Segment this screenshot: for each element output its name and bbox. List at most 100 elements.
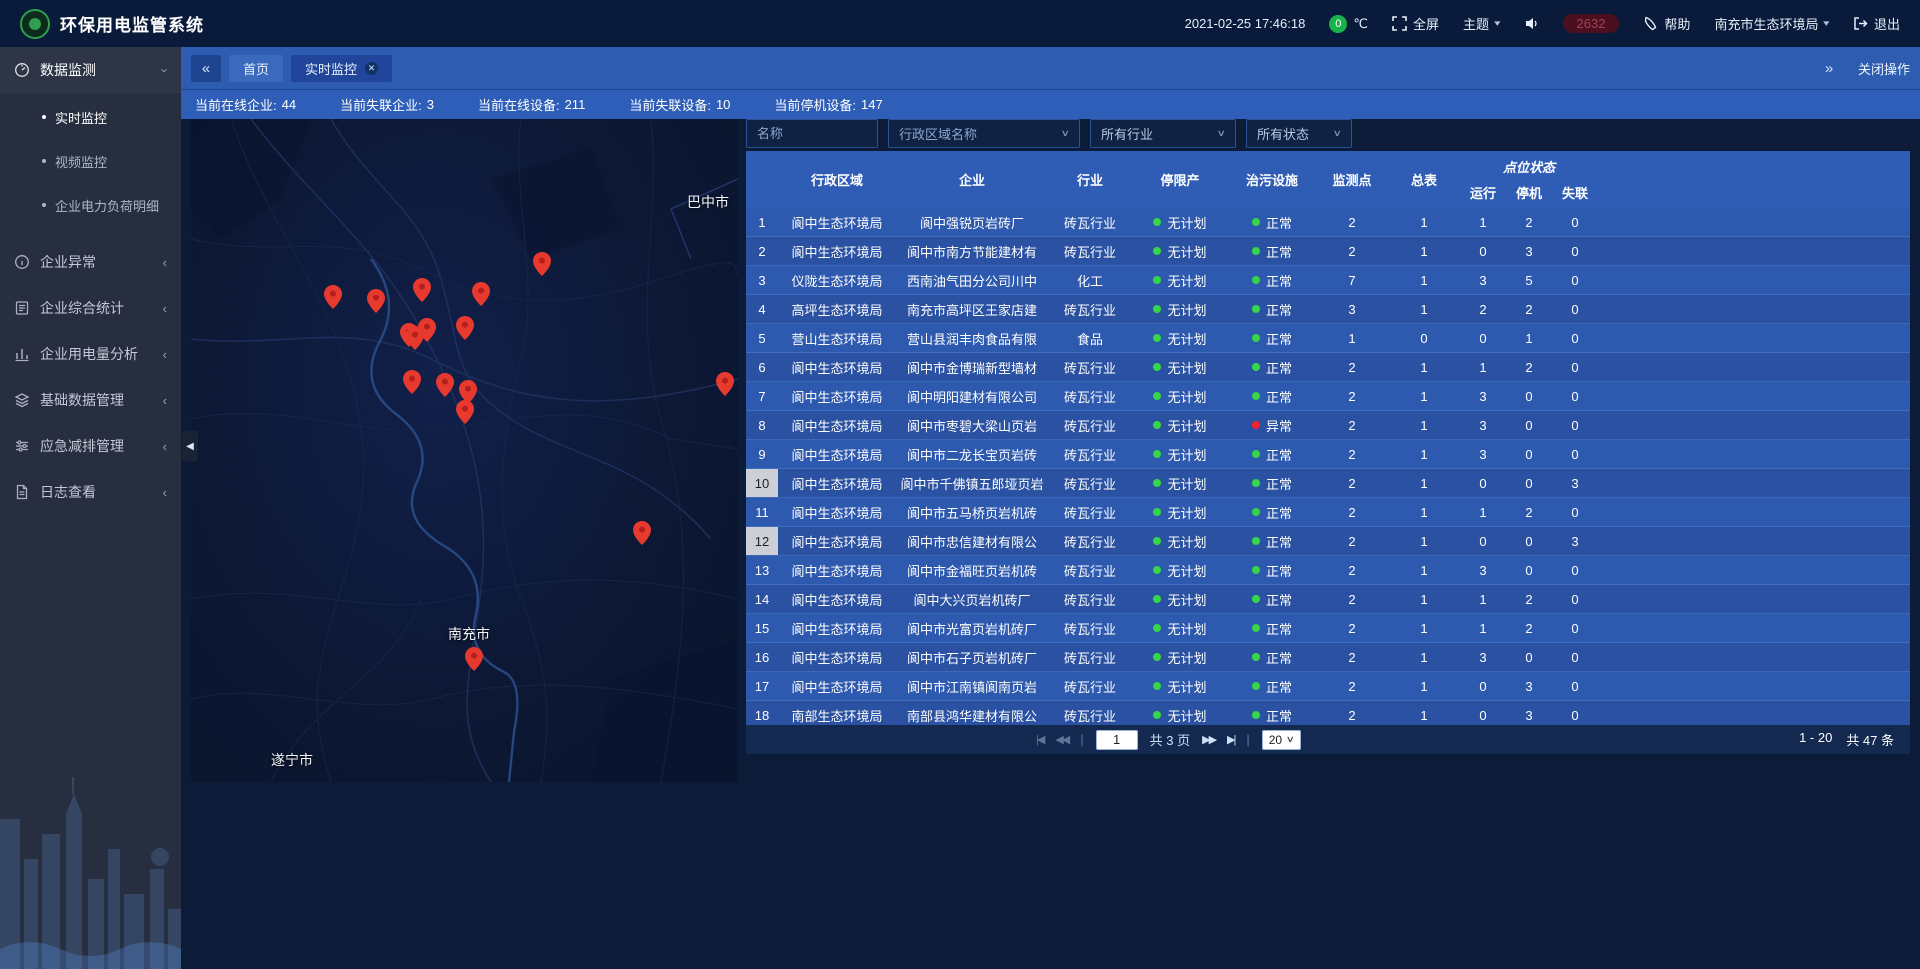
map-pin[interactable]	[716, 372, 734, 396]
table-row[interactable]: 3 仪陇生态环境局 西南油气田分公司川中 化工 无计划 正常 7 1 3 5 0	[746, 266, 1910, 295]
cell-running: 1	[1460, 614, 1506, 642]
last-page-button[interactable]: ▶|	[1227, 733, 1234, 746]
help-button[interactable]: 帮助	[1643, 14, 1690, 33]
map-pin[interactable]	[456, 400, 474, 424]
table-row[interactable]: 12 阆中生态环境局 阆中市忠信建材有限公 砖瓦行业 无计划 正常 2 1 0 …	[746, 527, 1910, 556]
cell-filler	[1598, 527, 1910, 555]
sidebar-item-power-load-detail[interactable]: 企业电力负荷明细	[0, 183, 181, 227]
map-pin[interactable]	[413, 278, 431, 302]
name-filter-field[interactable]	[746, 119, 878, 148]
map-pin[interactable]	[456, 316, 474, 340]
table-row[interactable]: 8 阆中生态环境局 阆中市枣碧大梁山页岩 砖瓦行业 无计划 异常 2 1 3 0…	[746, 411, 1910, 440]
cell-filler	[1598, 266, 1910, 294]
close-operations-button[interactable]: 关闭操作	[1858, 59, 1910, 78]
cell-limit-status: 无计划	[1132, 643, 1228, 671]
logout-button[interactable]: 退出	[1853, 14, 1900, 33]
sidebar-item-emergency-reduction[interactable]: 应急减排管理 ‹	[0, 423, 181, 469]
sidebar-item-power-analysis[interactable]: 企业用电量分析 ‹	[0, 331, 181, 377]
cell-limit-status: 无计划	[1132, 295, 1228, 323]
cell-facility-status: 正常	[1228, 498, 1316, 526]
map-collapse-handle[interactable]: ◀	[182, 431, 198, 461]
sidebar-item-enterprise-abnormal[interactable]: 企业异常 ‹	[0, 239, 181, 285]
cell-region: 阆中生态环境局	[778, 643, 896, 671]
table-row[interactable]: 15 阆中生态环境局 阆中市光富页岩机砖厂 砖瓦行业 无计划 正常 2 1 1 …	[746, 614, 1910, 643]
table-row[interactable]: 13 阆中生态环境局 阆中市金福旺页岩机砖 砖瓦行业 无计划 正常 2 1 3 …	[746, 556, 1910, 585]
table-row[interactable]: 7 阆中生态环境局 阆中明阳建材有限公司 砖瓦行业 无计划 正常 2 1 3 0…	[746, 382, 1910, 411]
map-pin[interactable]	[533, 252, 551, 276]
cell-region: 阆中生态环境局	[778, 411, 896, 439]
sidebar-item-realtime-monitor[interactable]: 实时监控	[0, 95, 181, 139]
table-row[interactable]: 5 营山生态环境局 营山县润丰肉食品有限 食品 无计划 正常 1 0 0 1 0	[746, 324, 1910, 353]
status-filter-select[interactable]: 所有状态 ∨	[1246, 119, 1352, 148]
map-pin[interactable]	[367, 289, 385, 313]
map-pin[interactable]	[465, 647, 483, 671]
map-pin[interactable]	[472, 282, 490, 306]
cell-running: 0	[1460, 324, 1506, 352]
map-pin[interactable]	[436, 373, 454, 397]
cell-facility-status: 正常	[1228, 672, 1316, 700]
table-row[interactable]: 1 阆中生态环境局 阆中强锐页岩砖厂 砖瓦行业 无计划 正常 2 1 1 2 0	[746, 208, 1910, 237]
status-dot	[1252, 537, 1260, 545]
cell-row-number: 8	[746, 411, 778, 439]
cell-total-meters: 1	[1388, 643, 1460, 671]
theme-dropdown[interactable]: 主题 ▾	[1463, 14, 1500, 33]
sidebar-item-base-data[interactable]: 基础数据管理 ‹	[0, 377, 181, 423]
table-row[interactable]: 10 阆中生态环境局 阆中市千佛镇五郎垭页岩 砖瓦行业 无计划 正常 2 1 0…	[746, 469, 1910, 498]
map-pin[interactable]	[633, 521, 651, 545]
tab-realtime-monitor[interactable]: 实时监控 ✕	[291, 55, 392, 82]
industry-filter-select[interactable]: 所有行业 ∨	[1090, 119, 1236, 148]
cell-limit-status: 无计划	[1132, 208, 1228, 236]
table-row[interactable]: 16 阆中生态环境局 阆中市石子页岩机砖厂 砖瓦行业 无计划 正常 2 1 3 …	[746, 643, 1910, 672]
page-size-select[interactable]: 20 ∨	[1262, 730, 1301, 750]
prev-page-button[interactable]: ◀◀	[1055, 733, 1068, 746]
close-icon[interactable]: ✕	[365, 62, 378, 75]
sidebar-item-video-monitor[interactable]: 视频监控	[0, 139, 181, 183]
table-row[interactable]: 9 阆中生态环境局 阆中市二龙长宝页岩砖 砖瓦行业 无计划 正常 2 1 3 0…	[746, 440, 1910, 469]
page-number-input[interactable]	[1096, 730, 1138, 750]
sidebar-item-log-view[interactable]: 日志查看 ‹	[0, 469, 181, 515]
tab-home[interactable]: 首页	[229, 55, 283, 82]
cell-company: 阆中市光富页岩机砖厂	[896, 614, 1048, 642]
filter-bar: 行政区域名称 ∨ 所有行业 ∨ 所有状态 ∨	[746, 119, 1910, 148]
status-dot-green	[1153, 479, 1161, 487]
table-row[interactable]: 4 高坪生态环境局 南充市高坪区王家店建 砖瓦行业 无计划 正常 3 1 2 2…	[746, 295, 1910, 324]
table-row[interactable]: 6 阆中生态环境局 阆中市金博瑞新型墙材 砖瓦行业 无计划 正常 2 1 1 2…	[746, 353, 1910, 382]
map-pin[interactable]	[418, 318, 436, 342]
cell-row-number: 3	[746, 266, 778, 294]
sidebar-item-enterprise-statistics[interactable]: 企业综合统计 ‹	[0, 285, 181, 331]
map-pin[interactable]	[324, 285, 342, 309]
cell-company: 南充市高坪区王家店建	[896, 295, 1048, 323]
notification-count-badge[interactable]: 2632	[1563, 14, 1620, 33]
speaker-icon	[1524, 16, 1539, 31]
map-panel[interactable]: 巴中市南充市遂宁市	[191, 119, 738, 782]
cell-limit-status: 无计划	[1132, 527, 1228, 555]
tabs-scroll-right-button[interactable]: »	[1814, 55, 1844, 82]
cell-industry: 化工	[1048, 266, 1132, 294]
cell-row-number: 16	[746, 643, 778, 671]
cell-running: 1	[1460, 498, 1506, 526]
region-filter-select[interactable]: 行政区域名称 ∨	[888, 119, 1080, 148]
cell-lost: 3	[1552, 469, 1598, 497]
status-dot-green	[1153, 566, 1161, 574]
org-dropdown[interactable]: 南充市生态环境局 ▾	[1714, 14, 1829, 33]
cell-running: 0	[1460, 701, 1506, 725]
map-pin[interactable]	[403, 370, 421, 394]
tabs-scroll-left-button[interactable]: «	[191, 55, 221, 82]
table-row[interactable]: 14 阆中生态环境局 阆中大兴页岩机砖厂 砖瓦行业 无计划 正常 2 1 1 2…	[746, 585, 1910, 614]
cell-limit-status: 无计划	[1132, 672, 1228, 700]
table-row[interactable]: 2 阆中生态环境局 阆中市南方节能建材有 砖瓦行业 无计划 正常 2 1 0 3…	[746, 237, 1910, 266]
cell-limit-status: 无计划	[1132, 440, 1228, 468]
next-page-button[interactable]: ▶▶	[1202, 733, 1215, 746]
table-row[interactable]: 18 南部生态环境局 南部县鸿华建材有限公 砖瓦行业 无计划 正常 2 1 0 …	[746, 701, 1910, 725]
chevron-down-icon: ▾	[1824, 18, 1830, 29]
cell-stopped: 0	[1506, 411, 1552, 439]
name-filter-input[interactable]	[757, 126, 867, 141]
cell-lost: 0	[1552, 295, 1598, 323]
cell-lost: 0	[1552, 672, 1598, 700]
table-row[interactable]: 11 阆中生态环境局 阆中市五马桥页岩机砖 砖瓦行业 无计划 正常 2 1 1 …	[746, 498, 1910, 527]
first-page-button[interactable]: |◀	[1036, 733, 1043, 746]
fullscreen-button[interactable]: 全屏	[1392, 14, 1439, 33]
sound-button[interactable]	[1524, 16, 1539, 31]
sidebar-item-data-monitoring[interactable]: 数据监测 ›	[0, 47, 181, 93]
table-row[interactable]: 17 阆中生态环境局 阆中市江南镇阆南页岩 砖瓦行业 无计划 正常 2 1 0 …	[746, 672, 1910, 701]
